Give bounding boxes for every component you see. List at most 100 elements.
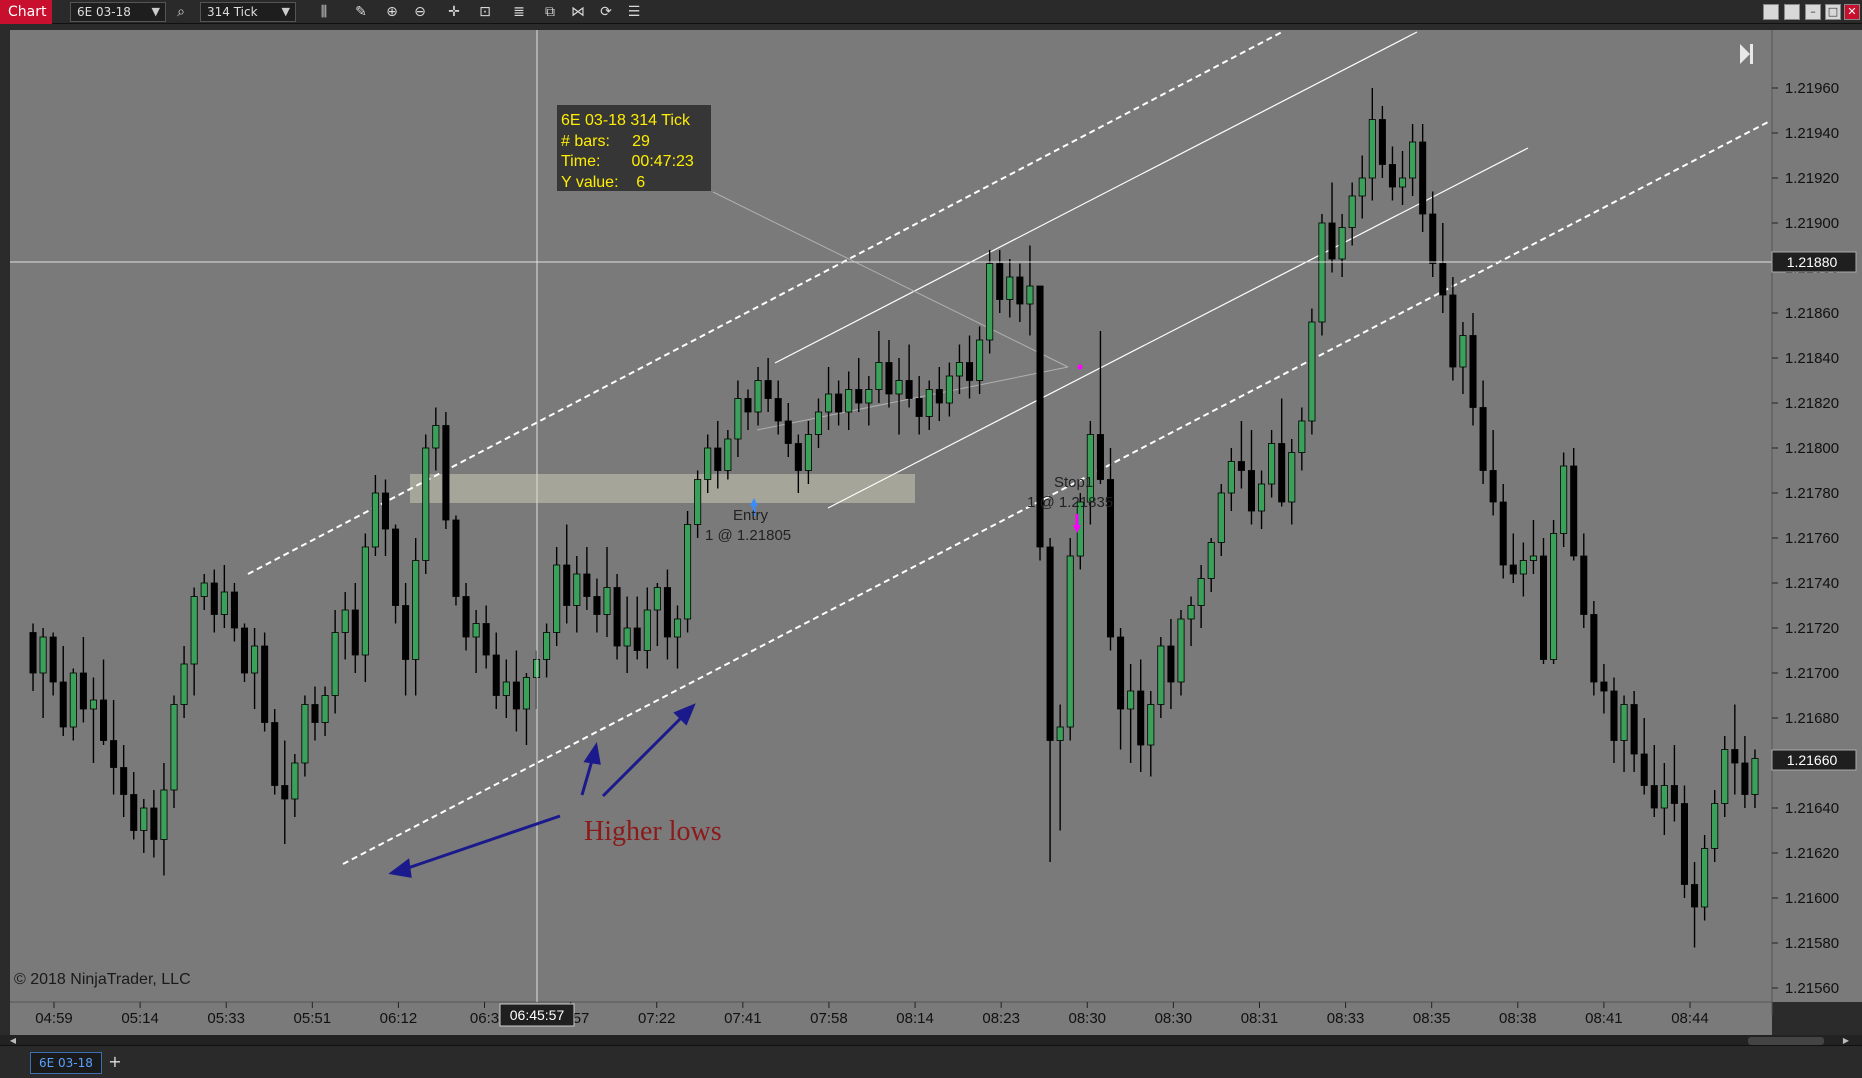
candle-bull	[1459, 335, 1467, 368]
price-axis-label: 1.21600	[1785, 890, 1839, 907]
scroll-right-icon[interactable]: ▶	[1841, 1036, 1851, 1045]
candle-bull	[1147, 704, 1155, 746]
candle-bull	[1258, 483, 1266, 512]
crosshair-icon[interactable]: ✛	[444, 2, 464, 22]
chart-trader-icon[interactable]: ⋈	[568, 2, 588, 22]
properties-list-icon[interactable]: ☰	[624, 2, 644, 22]
stop-order-label: Stop1	[1054, 474, 1093, 491]
candle-bull	[140, 807, 148, 831]
time-axis-label: 07:58	[810, 1010, 848, 1027]
chart-menu-button[interactable]: Chart	[0, 0, 52, 24]
maximize-icon[interactable]: □	[1825, 4, 1841, 20]
candle-bull	[170, 704, 178, 791]
candle-bull	[1026, 285, 1034, 305]
candle-bear	[1680, 803, 1688, 885]
price-axis-label: 1.21560	[1785, 980, 1839, 997]
price-axis-label: 1.21620	[1785, 845, 1839, 862]
reload-icon[interactable]: ⟳	[596, 2, 616, 22]
candle-bear	[1630, 704, 1638, 755]
candle-bear	[381, 492, 389, 530]
higher-lows-annotation[interactable]: Higher lows	[584, 816, 722, 847]
candle-bull	[371, 492, 379, 548]
candle-bear	[100, 699, 108, 741]
chart-panel[interactable]: 1.21960 1.21940 1.21920 1.21900 1.21880 1.218…	[0, 25, 1862, 1035]
instrument-selector[interactable]: 6E 03-18 ▼	[70, 2, 166, 22]
zoom-in-icon[interactable]: ⊕	[382, 2, 402, 22]
time-axis-label: 05:33	[207, 1010, 245, 1027]
scrollbar-thumb[interactable]	[1748, 1037, 1824, 1045]
price-chart[interactable]: 1.21960 1.21940 1.21920 1.21900 1.21880 1.218…	[0, 25, 1862, 1035]
time-axis-label: 08:41	[1585, 1010, 1623, 1027]
candle-bear	[1167, 645, 1175, 683]
data-box-line-3: Time: 00:47:23	[561, 153, 694, 170]
scroll-left-icon[interactable]: ◀	[8, 1036, 18, 1045]
candle-bear	[79, 672, 87, 710]
candle-bull	[986, 263, 994, 341]
bar-style-icon[interactable]: ⫼	[314, 2, 334, 22]
price-axis-label: 1.21940	[1785, 125, 1839, 142]
time-axis-label: 08:14	[896, 1010, 934, 1027]
candle-bull	[1288, 452, 1296, 503]
time-axis-label: 08:38	[1499, 1010, 1537, 1027]
candle-bull	[1207, 542, 1215, 579]
crosshair-time-label: 06:45:57	[510, 1007, 565, 1023]
candle-bear	[1469, 335, 1477, 408]
time-axis-label: 08:23	[982, 1010, 1020, 1027]
candle-bear	[1439, 263, 1447, 296]
candle-bear	[1691, 884, 1699, 908]
tile-icon[interactable]	[1763, 4, 1779, 20]
candle-bear	[1429, 213, 1437, 264]
candle-bull	[1056, 726, 1064, 741]
candle-bear	[1731, 749, 1739, 764]
candle-bull	[1197, 578, 1205, 606]
candle-bear	[351, 609, 359, 656]
instrument-search-icon[interactable]: ⌕	[171, 2, 191, 22]
time-axis-label: 08:30	[1155, 1010, 1193, 1027]
tab-6e-03-18[interactable]: 6E 03-18	[30, 1052, 102, 1074]
candle-bear	[1328, 222, 1336, 260]
candle-bear	[1570, 465, 1578, 557]
candle-bear	[452, 519, 460, 597]
data-box-icon[interactable]: ⊡	[475, 2, 495, 22]
price-axis-label: 1.21860	[1785, 305, 1839, 322]
candle-bear	[1016, 276, 1024, 305]
candle-bear	[1378, 119, 1386, 165]
price-axis-label: 1.21720	[1785, 620, 1839, 637]
candle-bear	[402, 605, 410, 660]
candle-bear	[563, 564, 571, 606]
candle-bear	[49, 636, 57, 683]
candle-bull	[694, 479, 702, 525]
time-axis-label: 08:35	[1413, 1010, 1451, 1027]
candle-bear	[230, 591, 238, 629]
candle-bull	[684, 524, 692, 620]
candle-bear	[784, 420, 792, 444]
candle-bear	[442, 425, 450, 521]
indicators-icon[interactable]: ≣	[509, 2, 529, 22]
candle-bull	[1409, 141, 1417, 179]
candle-bull	[39, 636, 47, 674]
interval-selector[interactable]: 314 Tick ▼	[200, 2, 296, 22]
candle-bear	[593, 596, 601, 615]
candle-bear	[210, 582, 218, 615]
candle-bull	[160, 789, 168, 840]
candle-bull	[502, 681, 510, 696]
add-tab-button[interactable]: +	[106, 1052, 124, 1072]
minimize-icon[interactable]: –	[1805, 4, 1821, 20]
tile-alt-icon[interactable]	[1784, 4, 1800, 20]
candle-bear	[1237, 461, 1245, 471]
drawing-tool-icon[interactable]: ✎	[351, 2, 371, 22]
horizontal-scrollbar[interactable]	[0, 1035, 1862, 1045]
candle-bear	[915, 398, 923, 417]
candle-bull	[1338, 227, 1346, 260]
candle-bull	[1086, 434, 1094, 503]
candle-bear	[1137, 690, 1145, 746]
candle-bull	[825, 393, 833, 413]
candle-bear	[1278, 443, 1286, 503]
candle-bull	[543, 632, 551, 660]
strategies-icon[interactable]: ⧉	[540, 2, 560, 22]
candle-bull	[804, 434, 812, 471]
candle-bear	[885, 362, 893, 395]
zoom-out-icon[interactable]: ⊖	[410, 2, 430, 22]
support-zone[interactable]	[410, 474, 915, 503]
close-icon[interactable]: ✕	[1844, 4, 1860, 20]
